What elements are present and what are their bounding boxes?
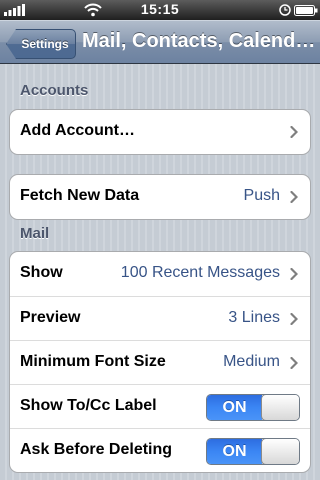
battery-icon [294,5,318,16]
show-row[interactable]: Show 100 Recent Messages [10,252,310,296]
show-to-cc-label: Show To/Cc Label [20,397,157,414]
preview-row[interactable]: Preview 3 Lines [10,296,310,340]
mail-group: Show 100 Recent Messages Preview 3 Lines… [9,251,311,473]
accounts-group: Add Account… [9,109,311,155]
add-account-label: Add Account… [20,122,135,139]
settings-screen: 15:15 Settings Mail, Contacts, Calend… A… [0,0,320,480]
status-time: 15:15 [140,1,180,17]
show-to-cc-toggle[interactable]: ON [206,394,300,421]
show-value: 100 Recent Messages [120,264,280,281]
fetch-group: Fetch New Data Push [9,174,311,220]
ask-before-deleting-row: Ask Before Deleting ON [10,428,310,472]
minimum-font-size-label: Minimum Font Size [20,353,166,370]
show-to-cc-label-row: Show To/Cc Label ON [10,384,310,428]
ask-before-deleting-label: Ask Before Deleting [20,441,173,458]
toggle-knob[interactable] [261,395,299,420]
chevron-right-icon [290,357,298,369]
back-button-settings[interactable]: Settings [6,29,76,59]
chevron-right-icon [290,126,298,138]
ask-before-deleting-toggle[interactable]: ON [206,438,300,465]
page-title: Mail, Contacts, Calend… [82,30,316,52]
toggle-on-text: ON [207,395,262,420]
chevron-right-icon [290,191,298,203]
navigation-bar: Settings Mail, Contacts, Calend… [0,20,320,64]
status-bar: 15:15 [0,0,320,20]
chevron-right-icon [290,268,298,280]
minimum-font-size-value: Medium [223,353,280,370]
chevron-right-icon [290,313,298,325]
toggle-knob[interactable] [261,439,299,464]
preview-value: 3 Lines [228,309,280,326]
alarm-clock-icon [279,4,291,16]
toggle-on-text: ON [207,439,262,464]
preview-label: Preview [20,309,81,326]
fetch-new-data-value: Push [243,187,280,204]
section-header-accounts: Accounts [20,82,89,99]
show-label: Show [20,264,63,281]
add-account-row[interactable]: Add Account… [10,110,310,154]
section-header-mail: Mail [20,225,50,242]
fetch-new-data-label: Fetch New Data [20,187,140,204]
fetch-new-data-row[interactable]: Fetch New Data Push [10,175,310,219]
minimum-font-size-row[interactable]: Minimum Font Size Medium [10,340,310,384]
